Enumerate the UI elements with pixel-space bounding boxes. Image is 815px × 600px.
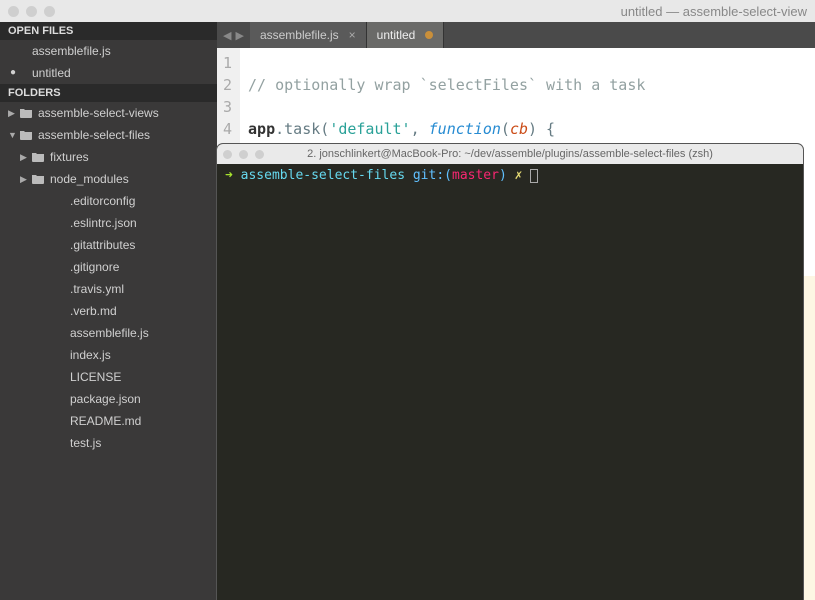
tree-file[interactable]: .travis.yml (0, 278, 217, 300)
folders-header: FOLDERS (0, 84, 217, 102)
prompt-dirty-icon: ✗ (515, 168, 523, 183)
terminal-traffic-lights (223, 150, 264, 159)
line-number: 1 (223, 52, 232, 74)
line-number: 4 (223, 118, 232, 140)
minimize-window-button[interactable] (26, 6, 37, 17)
prompt-git-label: git:( (413, 168, 452, 183)
prompt-dir: assemble-select-files (241, 168, 405, 183)
code-token: ( (501, 120, 510, 138)
tab-nav: ◀ ▶ (217, 22, 250, 48)
code-token: 'default' (329, 120, 410, 138)
tree-file[interactable]: LICENSE (0, 366, 217, 388)
window-traffic-lights (8, 6, 55, 17)
tree-file[interactable]: .eslintrc.json (0, 212, 217, 234)
terminal-panel: 2. jonschlinkert@MacBook-Pro: ~/dev/asse… (217, 144, 803, 600)
tab-label: untitled (377, 28, 416, 42)
tree-folder[interactable]: ▶ assemble-select-views (0, 102, 217, 124)
tab-prev-icon[interactable]: ◀ (223, 29, 231, 42)
close-window-button[interactable] (8, 6, 19, 17)
editor-area: ◀ ▶ assemblefile.js × untitled 1 2 3 4 // … (217, 22, 815, 600)
close-tab-icon[interactable]: × (349, 28, 356, 42)
terminal-title: 2. jonschlinkert@MacBook-Pro: ~/dev/asse… (217, 148, 803, 160)
tree-item-label: package.json (66, 390, 141, 408)
open-file-label: assemblefile.js (18, 42, 111, 60)
tree-file[interactable]: test.js (0, 432, 217, 454)
tree-item-label: .travis.yml (66, 280, 124, 298)
window-title: untitled — assemble-select-view (621, 4, 807, 19)
editor-tab[interactable]: untitled (367, 22, 445, 48)
chevron-right-icon[interactable]: ▶ (20, 148, 32, 166)
terminal-titlebar: 2. jonschlinkert@MacBook-Pro: ~/dev/asse… (217, 144, 803, 164)
folder-icon (32, 174, 46, 184)
tree-item-label: assemble-select-views (34, 104, 159, 122)
code-token: , (411, 120, 429, 138)
prompt-arrow-icon: ➜ (225, 168, 233, 183)
code-token: .task( (275, 120, 329, 138)
tree-file[interactable]: README.md (0, 410, 217, 432)
tree-file[interactable]: .gitattributes (0, 234, 217, 256)
chevron-right-icon[interactable]: ▶ (20, 170, 32, 188)
line-number: 2 (223, 74, 232, 96)
chevron-down-icon[interactable]: ▼ (8, 126, 20, 144)
tree-item-label: assemblefile.js (66, 324, 149, 342)
terminal-close-button[interactable] (223, 150, 232, 159)
tab-label: assemblefile.js (260, 28, 339, 42)
open-file-item[interactable]: assemblefile.js (0, 40, 217, 62)
terminal-cursor (530, 169, 538, 183)
tree-item-label: README.md (66, 412, 141, 430)
tree-file[interactable]: index.js (0, 344, 217, 366)
tree-folder[interactable]: ▼ assemble-select-files (0, 124, 217, 146)
prompt-branch: master (452, 168, 499, 183)
terminal-zoom-button[interactable] (255, 150, 264, 159)
sidebar: OPEN FILES assemblefile.js●untitled FOLD… (0, 22, 217, 600)
tree-file[interactable]: assemblefile.js (0, 322, 217, 344)
editor-tab[interactable]: assemblefile.js × (250, 22, 367, 48)
tree-file[interactable]: .verb.md (0, 300, 217, 322)
tab-bar: ◀ ▶ assemblefile.js × untitled (217, 22, 815, 48)
folder-icon (32, 152, 46, 162)
code-token: app (248, 120, 275, 138)
window-titlebar: untitled — assemble-select-view (0, 0, 815, 22)
code-token: function (429, 120, 501, 138)
tree-file[interactable]: package.json (0, 388, 217, 410)
open-files-header: OPEN FILES (0, 22, 217, 40)
code-token: cb (510, 120, 528, 138)
dirty-dot-icon (425, 31, 433, 39)
tree-item-label: .eslintrc.json (66, 214, 137, 232)
open-file-label: untitled (18, 64, 71, 82)
tree-file[interactable]: .gitignore (0, 256, 217, 278)
code-token: // optionally wrap `selectFiles` with a … (248, 76, 645, 94)
chevron-right-icon[interactable]: ▶ (8, 104, 20, 122)
zoom-window-button[interactable] (44, 6, 55, 17)
code-token: ) { (528, 120, 555, 138)
tree-item-label: index.js (66, 346, 111, 364)
tree-item-label: .verb.md (66, 302, 117, 320)
tree-item-label: node_modules (46, 170, 129, 188)
tree-folder[interactable]: ▶ node_modules (0, 168, 217, 190)
tree-file[interactable]: .editorconfig (0, 190, 217, 212)
tab-next-icon[interactable]: ▶ (235, 29, 243, 42)
terminal-body[interactable]: ➜ assemble-select-files git:(master) ✗ (217, 164, 803, 187)
dirty-dot-icon: ● (8, 64, 18, 82)
tree-item-label: fixtures (46, 148, 89, 166)
tree-item-label: .gitattributes (66, 236, 135, 254)
tree-folder[interactable]: ▶ fixtures (0, 146, 217, 168)
terminal-minimize-button[interactable] (239, 150, 248, 159)
tree-item-label: .gitignore (66, 258, 119, 276)
folder-icon (20, 108, 34, 118)
tree-item-label: .editorconfig (66, 192, 135, 210)
folder-icon (20, 130, 34, 140)
open-file-item[interactable]: ●untitled (0, 62, 217, 84)
tree-item-label: test.js (66, 434, 101, 452)
line-number: 3 (223, 96, 232, 118)
prompt-git-close: ) (499, 168, 507, 183)
tree-item-label: assemble-select-files (34, 126, 150, 144)
tree-item-label: LICENSE (66, 368, 121, 386)
